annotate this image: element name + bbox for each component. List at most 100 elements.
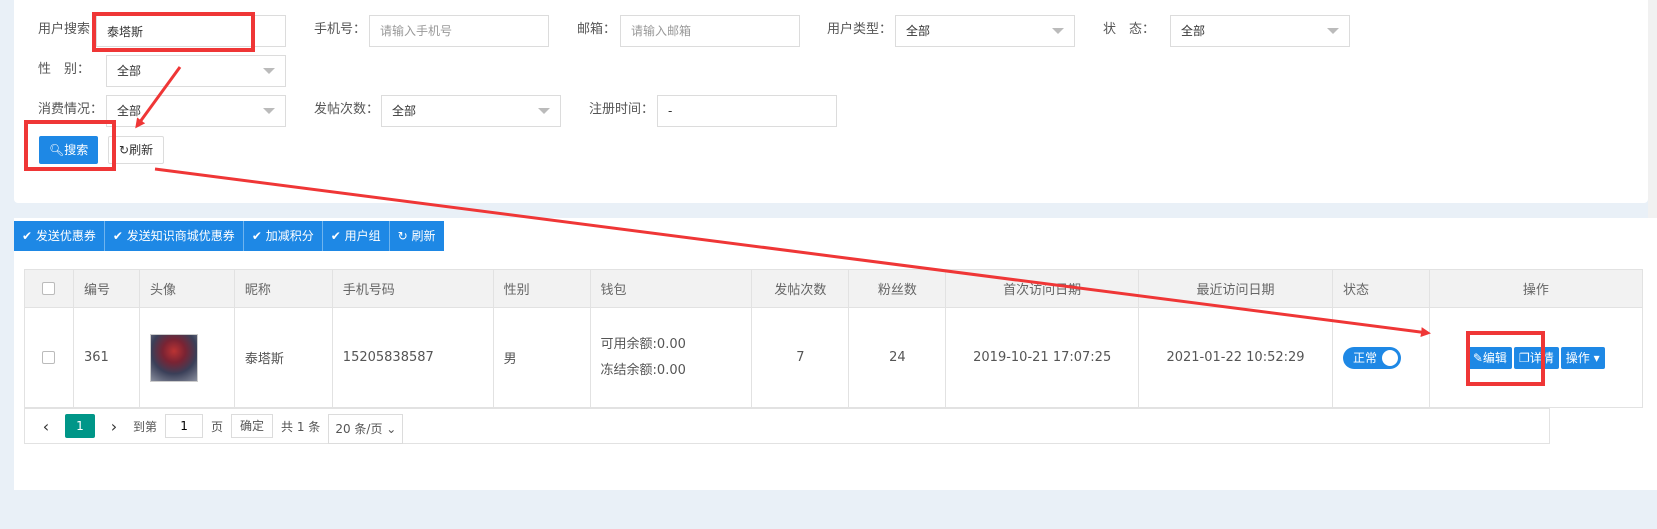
chevron-down-icon [263, 108, 275, 114]
cell-last-visit: 2021-01-22 10:52:29 [1138, 307, 1333, 408]
posts-select[interactable]: 全部 [381, 95, 561, 127]
user-search-input[interactable] [96, 15, 286, 47]
user-group-label: 用户组 [344, 229, 381, 243]
cell-avatar [139, 307, 235, 408]
pencil-icon: ✎ [1472, 350, 1483, 365]
page-unit-label: 页 [211, 419, 224, 434]
refresh-button[interactable]: ↻刷新 [108, 136, 165, 164]
col-avatar[interactable]: 头像 [139, 269, 235, 308]
table-row: 361 泰塔斯 15205838587 男 可用余额:0.00 冻结余额:0.0… [24, 307, 1644, 408]
col-id[interactable]: 编号 [72, 269, 141, 308]
action-dropdown-button[interactable]: 操作 ▾ [1560, 346, 1605, 369]
toolbar-refresh-button[interactable]: ↻ 刷新 [389, 221, 444, 251]
regtime-value: - [668, 104, 673, 118]
page-current[interactable]: 1 [65, 414, 95, 438]
cell-first-visit: 2019-10-21 17:07:25 [945, 307, 1140, 408]
col-actions: 操作 [1428, 269, 1644, 308]
select-all-checkbox[interactable] [42, 282, 56, 295]
prev-page-icon[interactable]: ‹ [35, 417, 57, 436]
usertype-value: 全部 [906, 24, 931, 38]
gender-select[interactable]: 全部 [106, 55, 286, 87]
page-number-input[interactable] [165, 414, 204, 438]
col-gender[interactable]: 性别 [492, 269, 591, 308]
table-header-row: 编号 头像 昵称 手机号码 性别 钱包 发帖次数 粉丝数 首次访问日期 最近访问… [24, 269, 1644, 308]
wallet-frozen: 冻结余额:0.00 [600, 362, 686, 378]
consume-label: 消费情况： [38, 102, 104, 117]
consume-select[interactable]: 全部 [106, 95, 286, 127]
check-circle-icon: ✔ [112, 229, 123, 243]
col-first-visit[interactable]: 首次访问日期 [945, 269, 1140, 308]
send-mall-coupon-button[interactable]: ✔ 发送知识商城优惠券 [104, 221, 244, 251]
search-icon: 🔍︎ [49, 143, 65, 157]
email-input[interactable] [620, 15, 800, 47]
email-label: 邮箱： [577, 22, 617, 37]
check-circle-icon: ✔ [22, 229, 33, 243]
user-table: 编号 头像 昵称 手机号码 性别 钱包 发帖次数 粉丝数 首次访问日期 最近访问… [24, 269, 1644, 408]
pagination: ‹ 1 › 到第 页 确定 共 1 条 20 条/页 ⌄ [24, 408, 1550, 444]
cell-wallet: 可用余额:0.00 冻结余额:0.00 [589, 307, 753, 408]
col-fans[interactable]: 粉丝数 [848, 269, 947, 308]
next-page-icon[interactable]: › [103, 417, 125, 436]
send-mall-coupon-label: 发送知识商城优惠券 [126, 229, 235, 243]
refresh-icon: ↻ [119, 143, 130, 157]
select-all-checkbox-cell[interactable] [24, 269, 74, 308]
consume-value: 全部 [117, 104, 142, 118]
col-posts[interactable]: 发帖次数 [751, 269, 850, 308]
user-group-button[interactable]: ✔ 用户组 [322, 221, 390, 251]
status-label: 状 态： [1103, 22, 1156, 37]
edit-button[interactable]: ✎编辑 [1467, 346, 1512, 369]
usertype-select[interactable]: 全部 [895, 15, 1075, 47]
page-size-value: 20 条/页 [335, 422, 383, 436]
cell-actions: ✎编辑 ❐详情 操作 ▾ [1428, 307, 1644, 408]
chevron-down-icon [263, 68, 275, 74]
check-circle-icon: ✔ [251, 229, 262, 243]
chevron-down-icon [1052, 28, 1064, 34]
table-toolbar: ✔ 发送优惠券 ✔ 发送知识商城优惠券 ✔ 加减积分 ✔ 用户组 ↻ 刷新 [14, 221, 444, 251]
wallet-available: 可用余额:0.00 [600, 336, 686, 352]
col-status[interactable]: 状态 [1331, 269, 1430, 308]
col-phone[interactable]: 手机号码 [331, 269, 494, 308]
detail-button-label: 详情 [1529, 350, 1554, 365]
page-size-select[interactable]: 20 条/页 ⌄ [328, 414, 404, 444]
total-count: 共 1 条 [281, 419, 321, 434]
search-button[interactable]: 🔍︎搜索 [39, 136, 99, 164]
row-checkbox-cell[interactable] [24, 307, 74, 408]
cell-id: 361 [72, 307, 141, 408]
col-last-visit[interactable]: 最近访问日期 [1138, 269, 1333, 308]
chevron-down-icon [538, 108, 550, 114]
detail-button[interactable]: ❐详情 [1513, 346, 1559, 369]
cell-phone: 15205838587 [331, 307, 494, 408]
col-wallet[interactable]: 钱包 [589, 269, 753, 308]
goto-label: 到第 [133, 419, 158, 434]
send-coupon-label: 发送优惠券 [35, 229, 96, 243]
usertype-label: 用户类型： [827, 22, 893, 37]
cell-nickname: 泰塔斯 [233, 307, 333, 408]
phone-input[interactable] [369, 15, 549, 47]
send-coupon-button[interactable]: ✔ 发送优惠券 [14, 221, 105, 251]
toolbar-refresh-label: 刷新 [411, 229, 436, 243]
avatar [150, 333, 199, 382]
posts-value: 全部 [392, 104, 417, 118]
cell-posts: 7 [751, 307, 850, 408]
refresh-button-label: 刷新 [129, 143, 154, 157]
gender-label: 性 别： [38, 62, 91, 77]
row-checkbox[interactable] [42, 351, 56, 364]
chevron-down-icon: ⌄ [386, 422, 397, 436]
check-circle-icon: ✔ [330, 229, 341, 243]
refresh-icon: ↻ [397, 229, 408, 243]
col-nickname[interactable]: 昵称 [233, 269, 333, 308]
regtime-range-input[interactable]: - [657, 95, 837, 127]
cell-status: 正常 [1331, 307, 1430, 408]
page-confirm-button[interactable]: 确定 [231, 414, 274, 438]
status-toggle[interactable]: 正常 [1342, 346, 1401, 369]
status-select[interactable]: 全部 [1170, 15, 1350, 47]
caret-down-icon: ▾ [1593, 350, 1600, 365]
adjust-points-label: 加减积分 [265, 229, 314, 243]
status-toggle-label: 正常 [1352, 351, 1377, 365]
toggle-knob [1381, 349, 1398, 366]
cell-gender: 男 [492, 307, 591, 408]
search-button-label: 搜索 [64, 143, 89, 157]
action-dropdown-label: 操作 [1565, 350, 1590, 365]
adjust-points-button[interactable]: ✔ 加减积分 [243, 221, 323, 251]
user-search-label: 用户搜索 [38, 22, 91, 37]
